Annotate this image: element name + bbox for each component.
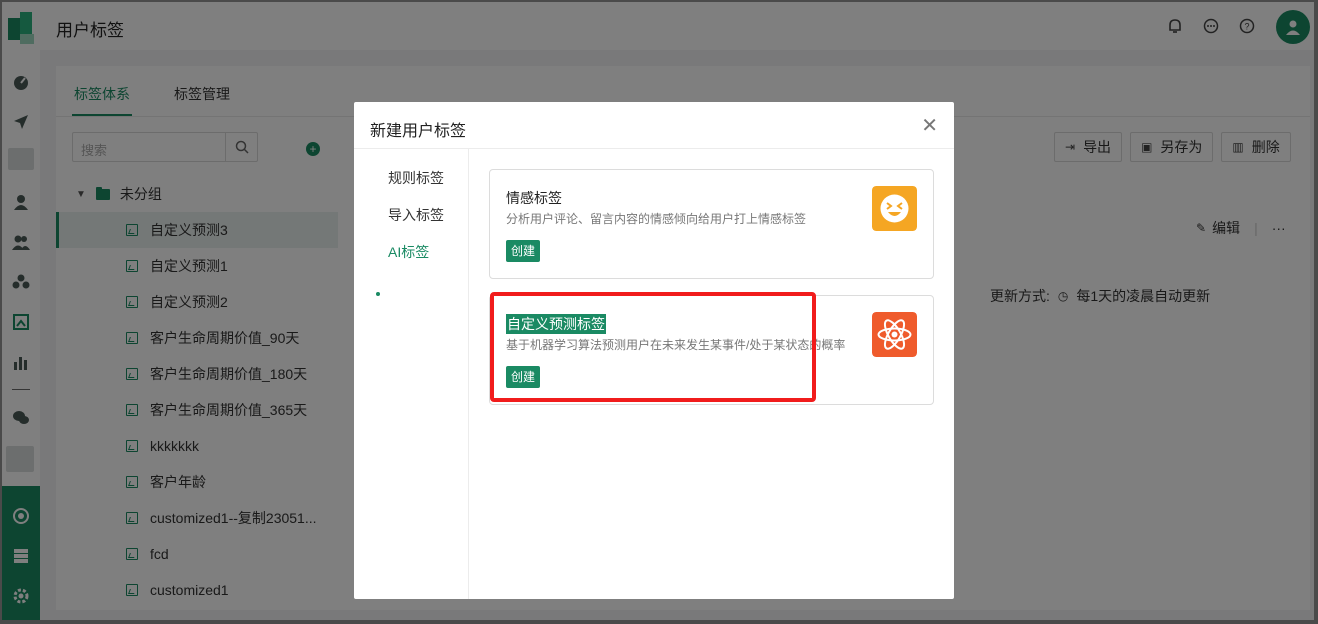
active-dot: [376, 292, 380, 296]
card-title: 情感标签: [506, 190, 562, 206]
sentiment-tag-card[interactable]: 情感标签 分析用户评论、留言内容的情感倾向给用户打上情感标签 创建: [489, 169, 934, 279]
modal-title: 新建用户标签: [370, 123, 467, 140]
card-description: 分析用户评论、留言内容的情感倾向给用户打上情感标签: [506, 212, 807, 226]
modal-side-menu: 规则标签 导入标签 AI标签: [354, 149, 469, 599]
menu-item-rule-tag[interactable]: 规则标签: [388, 168, 444, 188]
atom-icon: [872, 312, 917, 357]
smiley-face-icon: [872, 186, 917, 231]
annotation-highlight-box: [490, 292, 816, 402]
app-frame: 用户标签 ? 标签体系 标签管理 搜索 + ▼ 未分组: [2, 2, 1314, 620]
menu-item-ai-tag[interactable]: AI标签: [388, 242, 429, 262]
menu-item-import-tag[interactable]: 导入标签: [388, 205, 444, 225]
create-button[interactable]: 创建: [506, 240, 541, 262]
close-icon[interactable]: ✕: [921, 116, 938, 136]
